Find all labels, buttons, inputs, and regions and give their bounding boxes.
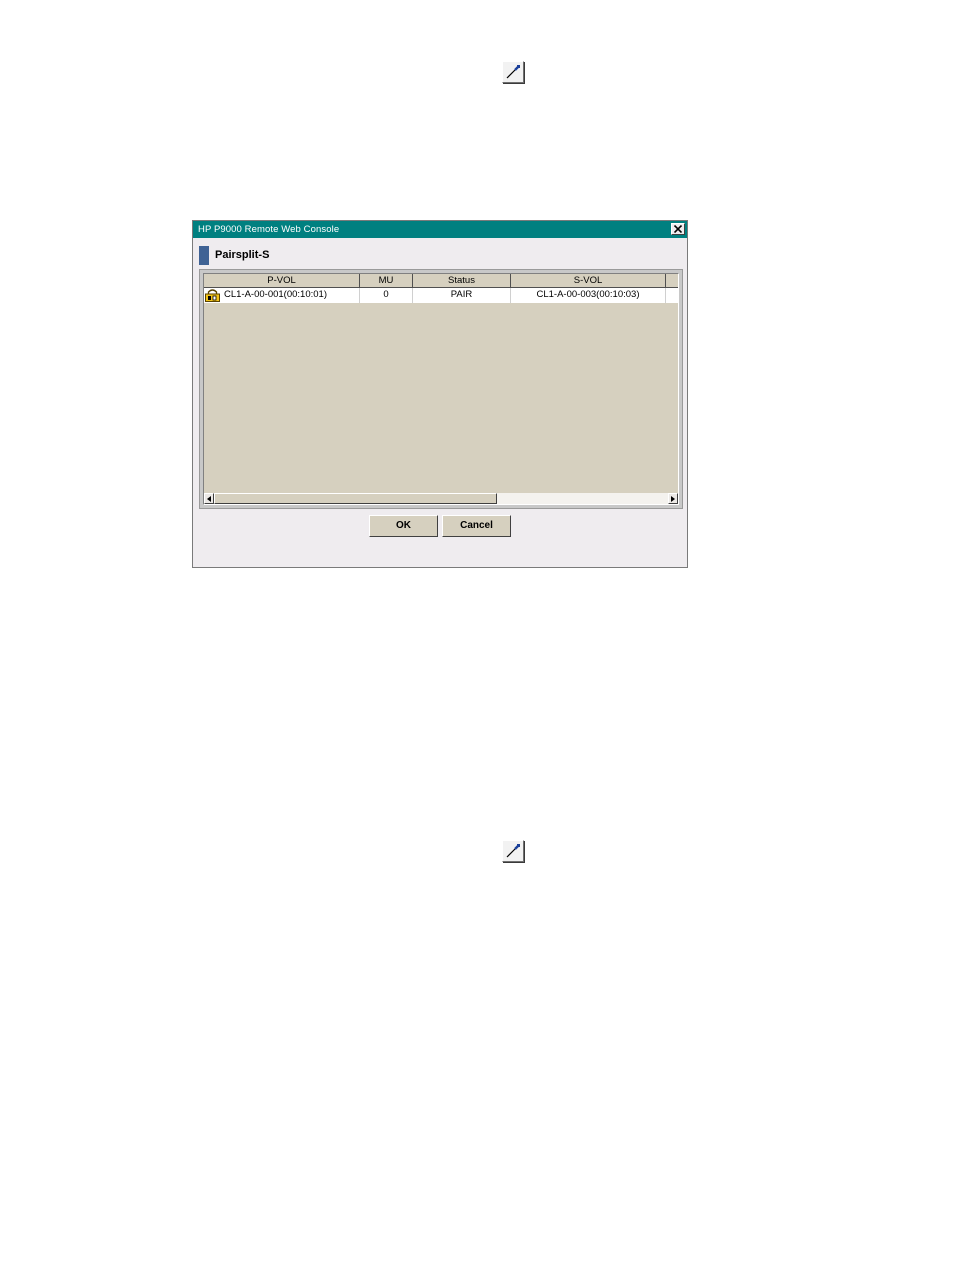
column-header-filler <box>666 274 678 288</box>
ok-button[interactable]: OK <box>369 515 438 537</box>
column-header-pvol[interactable]: P-VOL <box>204 274 360 288</box>
scrollbar-thumb[interactable] <box>214 493 497 504</box>
svol-cell: CL1-A-00-003(00:10:03) <box>511 288 666 303</box>
status-cell: PAIR <box>413 288 511 303</box>
window-title: HP P9000 Remote Web Console <box>198 224 340 235</box>
dialog-heading: Pairsplit-S <box>215 249 270 261</box>
table-row[interactable]: CL1-A-00-001(00:10:01) 0 PAIR CL1-A-00-0… <box>204 288 678 303</box>
horizontal-scrollbar[interactable] <box>204 493 678 504</box>
lock-volume-icon <box>205 289 221 307</box>
scroll-left-button[interactable] <box>204 493 214 504</box>
mu-cell: 0 <box>360 288 413 303</box>
pipette-tool-button-bottom[interactable] <box>502 840 524 862</box>
close-button[interactable] <box>671 223 685 235</box>
title-bar[interactable]: HP P9000 Remote Web Console <box>193 221 687 238</box>
scroll-right-button[interactable] <box>668 493 678 504</box>
pvol-cell: CL1-A-00-001(00:10:01) <box>204 288 360 303</box>
pvol-value: CL1-A-00-001(00:10:01) <box>224 289 327 300</box>
column-header-status[interactable]: Status <box>413 274 511 288</box>
cancel-button[interactable]: Cancel <box>442 515 511 537</box>
remote-web-console-window: HP P9000 Remote Web Console Pairsplit-S … <box>192 220 688 568</box>
pair-table-panel: P-VOL MU Status S-VOL CL1-A-00-001(00:10 <box>199 269 683 509</box>
pair-table: P-VOL MU Status S-VOL CL1-A-00-001(00:10 <box>203 273 679 505</box>
column-header-svol[interactable]: S-VOL <box>511 274 666 288</box>
column-header-mu[interactable]: MU <box>360 274 413 288</box>
pipette-tool-button-top[interactable] <box>502 61 524 83</box>
heading-accent-bar <box>199 246 209 265</box>
